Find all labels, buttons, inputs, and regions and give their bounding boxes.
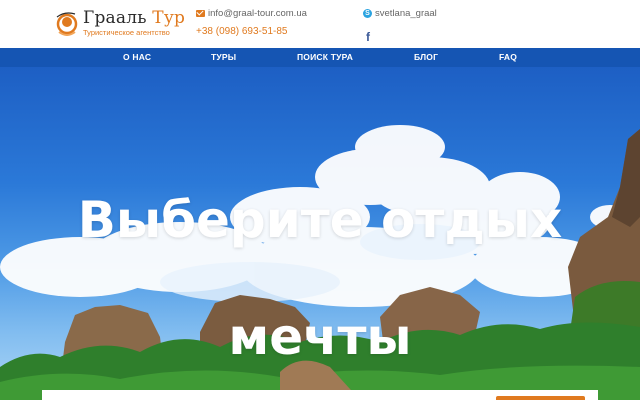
contact-block: info@graal-tour.com.ua +38 (098) 693-51-… [196, 8, 307, 37]
nav-item-tour-search[interactable]: ПОИСК ТУРА [297, 48, 353, 67]
hero-banner: Выберите отдых мечты [0, 67, 640, 400]
main-nav: О НАС ТУРЫ ПОИСК ТУРА БЛОГ FAQ [0, 48, 640, 67]
skype-row[interactable]: S svetlana_graal [363, 8, 437, 19]
email-link[interactable]: info@graal-tour.com.ua [208, 8, 307, 19]
logo-title: Грааль Тур [83, 8, 185, 28]
hero-headline-line1: Выберите отдых [77, 191, 563, 249]
hero-headline-line2: мечты [228, 308, 412, 366]
logo[interactable]: Грааль Тур Туристическое агентство [53, 6, 185, 40]
tour-search-button[interactable] [496, 396, 585, 400]
envelope-icon [196, 10, 205, 17]
phone-number[interactable]: +38 (098) 693-51-85 [196, 26, 307, 37]
nav-item-tours[interactable]: ТУРЫ [211, 48, 236, 67]
nav-item-about[interactable]: О НАС [123, 48, 151, 67]
logo-name-accent: Тур [152, 8, 186, 28]
skype-handle[interactable]: svetlana_graal [375, 8, 437, 19]
email-row[interactable]: info@graal-tour.com.ua [196, 8, 307, 19]
facebook-icon[interactable]: f [366, 30, 370, 44]
logo-mark-icon [56, 12, 78, 36]
nav-item-faq[interactable]: FAQ [499, 48, 517, 67]
nav-item-blog[interactable]: БЛОГ [414, 48, 438, 67]
logo-tagline: Туристическое агентство [83, 28, 170, 37]
site-header: Грааль Тур Туристическое агентство info@… [0, 0, 640, 48]
logo-name-main: Грааль [83, 8, 147, 28]
skype-icon: S [363, 9, 372, 18]
social-block: S svetlana_graal f [363, 8, 437, 44]
